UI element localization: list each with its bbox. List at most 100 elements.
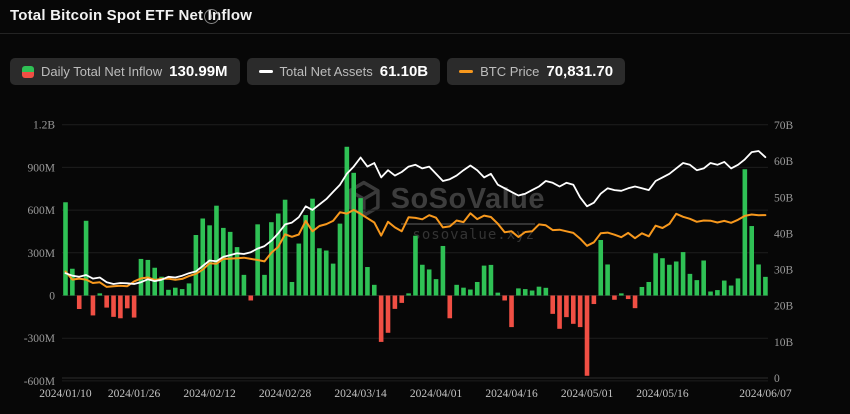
- net-inflow-bar[interactable]: [728, 285, 734, 296]
- net-inflow-bar[interactable]: [269, 222, 274, 296]
- net-inflow-bar[interactable]: [200, 218, 206, 296]
- net-inflow-bar[interactable]: [653, 253, 658, 296]
- net-inflow-bar[interactable]: [625, 295, 631, 300]
- net-inflow-bar[interactable]: [619, 293, 624, 296]
- net-inflow-bar[interactable]: [763, 276, 768, 296]
- net-inflow-bar[interactable]: [680, 252, 686, 296]
- net-inflow-bar[interactable]: [564, 295, 569, 318]
- net-inflow-bar[interactable]: [509, 295, 514, 328]
- net-inflow-bar[interactable]: [426, 269, 432, 296]
- net-inflow-bar[interactable]: [721, 280, 727, 296]
- net-inflow-bar[interactable]: [420, 264, 425, 296]
- net-inflow-bar[interactable]: [166, 289, 171, 296]
- net-inflow-bar[interactable]: [612, 295, 617, 300]
- net-inflow-bar[interactable]: [440, 245, 446, 296]
- combo-chart-canvas[interactable]: 1.2B 900M 600M 300M 0 -300M -600M 70B 60B 50B 40B 3…: [0, 0, 850, 414]
- net-inflow-bar[interactable]: [371, 284, 377, 296]
- net-inflow-bar[interactable]: [83, 220, 89, 296]
- net-inflow-bar[interactable]: [529, 290, 535, 296]
- net-inflow-bar[interactable]: [221, 227, 226, 296]
- net-inflow-bar[interactable]: [756, 264, 761, 296]
- net-inflow-bar[interactable]: [646, 281, 652, 296]
- net-inflow-bar[interactable]: [104, 295, 109, 308]
- net-inflow-bar[interactable]: [214, 205, 219, 296]
- net-inflow-bar[interactable]: [687, 273, 693, 296]
- net-inflow-bar[interactable]: [90, 295, 96, 316]
- net-inflow-bar[interactable]: [742, 169, 748, 296]
- net-inflow-bar[interactable]: [172, 287, 178, 296]
- net-inflow-bar[interactable]: [516, 288, 521, 296]
- net-inflow-bar[interactable]: [118, 295, 123, 319]
- net-inflow-bar[interactable]: [186, 283, 192, 296]
- net-inflow-bar[interactable]: [262, 274, 267, 296]
- x-axis-tick: 2024/06/07: [739, 388, 792, 400]
- net-inflow-bar[interactable]: [660, 258, 665, 296]
- net-inflow-bar[interactable]: [454, 284, 459, 296]
- net-inflow-bar[interactable]: [570, 295, 576, 324]
- net-inflow-bar[interactable]: [97, 293, 103, 296]
- net-inflow-bar[interactable]: [131, 295, 137, 318]
- net-inflow-bar[interactable]: [248, 295, 254, 301]
- net-inflow-bar[interactable]: [433, 279, 439, 296]
- net-inflow-bar[interactable]: [337, 223, 343, 296]
- net-inflow-bar[interactable]: [399, 295, 405, 303]
- net-inflow-bar[interactable]: [577, 295, 583, 328]
- net-inflow-bar[interactable]: [632, 295, 638, 309]
- net-inflow-bar[interactable]: [406, 293, 411, 296]
- net-inflow-bar[interactable]: [474, 281, 480, 296]
- net-inflow-bar[interactable]: [70, 268, 75, 296]
- net-inflow-bar[interactable]: [392, 295, 398, 309]
- net-inflow-bar[interactable]: [584, 295, 590, 376]
- net-inflow-bar[interactable]: [522, 289, 528, 296]
- net-inflow-bar[interactable]: [447, 295, 453, 319]
- net-inflow-bar[interactable]: [605, 264, 610, 296]
- net-inflow-bar[interactable]: [557, 295, 562, 329]
- net-inflow-bar[interactable]: [543, 287, 549, 296]
- x-axis-tick: 2024/05/16: [636, 388, 689, 400]
- net-inflow-bar[interactable]: [317, 248, 322, 296]
- net-inflow-bar[interactable]: [488, 264, 494, 296]
- net-inflow-bar[interactable]: [365, 267, 370, 296]
- net-inflow-bar[interactable]: [667, 264, 672, 296]
- net-inflow-bar[interactable]: [275, 213, 281, 296]
- net-inflow-bar[interactable]: [63, 202, 68, 296]
- net-inflow-bar[interactable]: [310, 198, 315, 296]
- left-axis-tick: 1.2B: [33, 120, 55, 132]
- net-inflow-bar[interactable]: [296, 243, 302, 296]
- net-inflow-bar[interactable]: [536, 286, 542, 296]
- net-inflow-bar[interactable]: [303, 215, 308, 296]
- net-inflow-bar[interactable]: [481, 265, 487, 296]
- net-inflow-bar[interactable]: [179, 289, 185, 296]
- net-inflow-bar[interactable]: [344, 146, 350, 296]
- net-inflow-bar[interactable]: [461, 287, 466, 296]
- left-axis-tick: -300M: [24, 333, 55, 345]
- net-inflow-bar[interactable]: [735, 278, 741, 296]
- net-inflow-bar[interactable]: [673, 261, 679, 296]
- net-inflow-bar[interactable]: [282, 199, 288, 296]
- net-inflow-bar[interactable]: [701, 260, 706, 296]
- net-inflow-bar[interactable]: [124, 295, 130, 309]
- net-inflow-bar[interactable]: [550, 295, 556, 314]
- net-inflow-bar[interactable]: [289, 281, 295, 296]
- net-inflow-bar[interactable]: [385, 295, 391, 333]
- net-inflow-bar[interactable]: [591, 295, 597, 305]
- net-inflow-bar[interactable]: [715, 290, 720, 296]
- net-inflow-bar[interactable]: [351, 172, 357, 296]
- net-inflow-bar[interactable]: [227, 231, 233, 296]
- net-inflow-bar[interactable]: [708, 291, 713, 296]
- net-inflow-bar[interactable]: [749, 226, 754, 296]
- net-inflow-bar[interactable]: [378, 295, 384, 342]
- net-inflow-bar[interactable]: [193, 235, 199, 296]
- net-inflow-bar[interactable]: [468, 289, 473, 296]
- net-inflow-bar[interactable]: [495, 292, 501, 296]
- net-inflow-bar[interactable]: [111, 295, 116, 317]
- net-inflow-bar[interactable]: [639, 286, 645, 296]
- net-inflow-bar[interactable]: [413, 235, 418, 296]
- net-inflow-bar[interactable]: [330, 263, 336, 296]
- net-inflow-bar[interactable]: [598, 239, 604, 296]
- net-inflow-bar[interactable]: [241, 274, 247, 296]
- net-inflow-bar[interactable]: [76, 295, 82, 310]
- net-inflow-bar[interactable]: [323, 250, 329, 296]
- net-inflow-bar[interactable]: [694, 280, 700, 296]
- net-inflow-bar[interactable]: [502, 295, 507, 301]
